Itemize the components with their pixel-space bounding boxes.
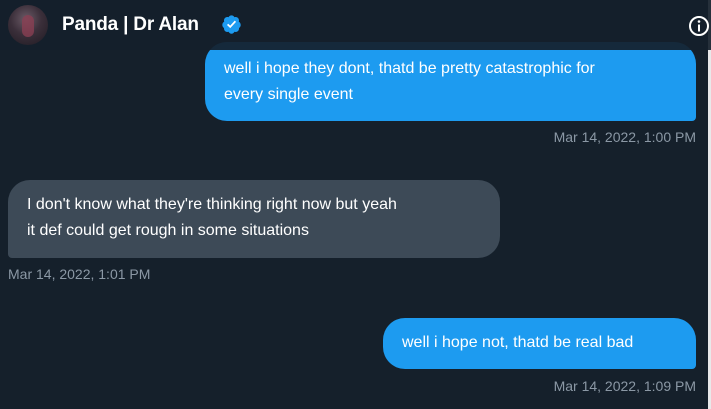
verified-badge-icon — [222, 15, 241, 34]
message-line: I don't know what they're thinking right… — [27, 196, 397, 213]
message-bubble-incoming[interactable]: I don't know what they're thinking right… — [8, 180, 500, 258]
message-line: it def could get rough in some situation… — [27, 222, 309, 239]
message-bubble-outgoing[interactable]: well i hope not, thatd be real bad — [383, 318, 696, 369]
avatar[interactable] — [8, 5, 48, 45]
conversation-header: Panda | Dr Alan — [0, 0, 711, 50]
message-line: well i hope they dont, thatd be pretty c… — [224, 60, 595, 77]
contact-name[interactable]: Panda | Dr Alan — [62, 14, 199, 36]
message-line: every single event — [224, 86, 353, 103]
message-bubble-outgoing[interactable]: well i hope they dont, thatd be pretty c… — [205, 42, 696, 121]
message-timestamp: Mar 14, 2022, 1:00 PM — [553, 129, 696, 145]
message-line: well i hope not, thatd be real bad — [402, 334, 634, 351]
message-timestamp: Mar 14, 2022, 1:01 PM — [8, 266, 151, 282]
dm-conversation: Panda | Dr Alan well i hope they dont, t… — [0, 0, 711, 409]
info-icon[interactable] — [687, 14, 711, 38]
message-timestamp: Mar 14, 2022, 1:09 PM — [553, 378, 696, 394]
